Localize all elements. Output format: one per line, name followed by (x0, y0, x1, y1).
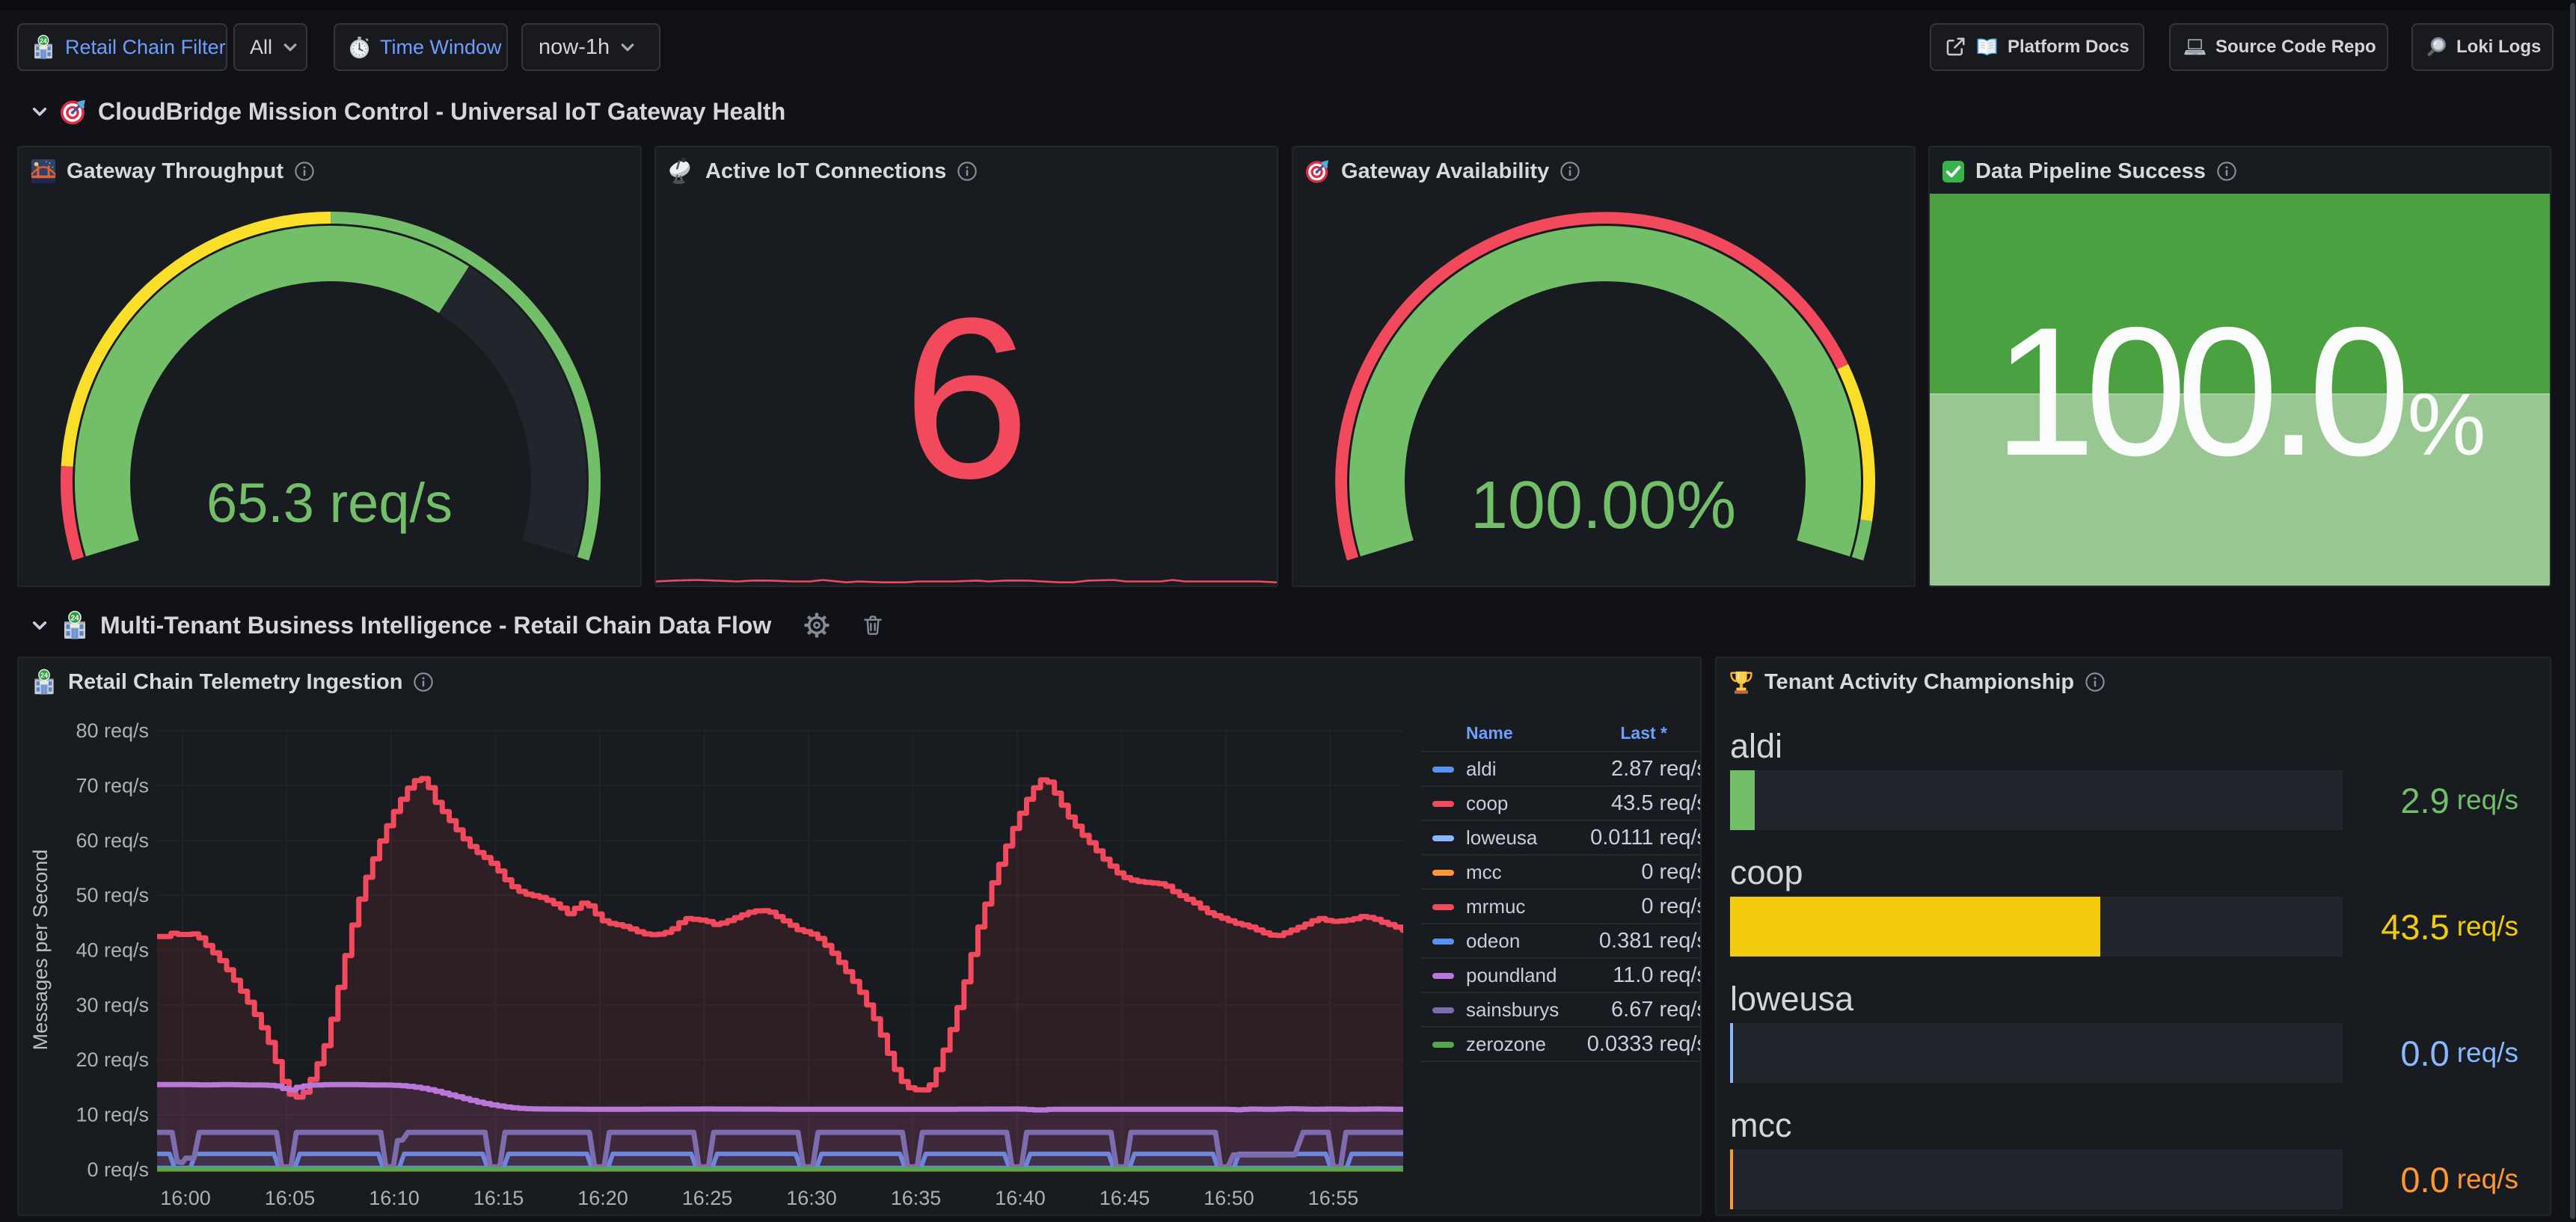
svg-text:0 req/s: 0 req/s (87, 1158, 149, 1181)
svg-text:16:30: 16:30 (786, 1187, 837, 1209)
svg-text:24: 24 (40, 37, 47, 44)
svg-text:16:05: 16:05 (265, 1187, 316, 1209)
svg-text:16:55: 16:55 (1308, 1187, 1359, 1209)
svg-text:Messages per Second: Messages per Second (29, 850, 52, 1051)
svg-text:40 req/s: 40 req/s (76, 939, 149, 962)
svg-text:16:35: 16:35 (891, 1187, 942, 1209)
svg-text:16:45: 16:45 (1100, 1187, 1150, 1209)
svg-text:16:00: 16:00 (160, 1187, 211, 1209)
svg-text:16:40: 16:40 (995, 1187, 1046, 1209)
svg-text:16:50: 16:50 (1203, 1187, 1254, 1209)
svg-text:20 req/s: 20 req/s (76, 1048, 149, 1071)
svg-text:16:20: 16:20 (577, 1187, 628, 1209)
svg-text:10 req/s: 10 req/s (76, 1104, 149, 1126)
svg-text:24: 24 (70, 614, 79, 622)
svg-text:70 req/s: 70 req/s (76, 774, 149, 796)
svg-text:60 req/s: 60 req/s (76, 829, 149, 852)
svg-text:16:10: 16:10 (369, 1187, 420, 1209)
svg-text:16:25: 16:25 (682, 1187, 733, 1209)
svg-text:80 req/s: 80 req/s (76, 719, 149, 742)
svg-text:16:15: 16:15 (473, 1187, 524, 1209)
svg-text:30 req/s: 30 req/s (76, 994, 149, 1016)
svg-text:50 req/s: 50 req/s (76, 884, 149, 906)
